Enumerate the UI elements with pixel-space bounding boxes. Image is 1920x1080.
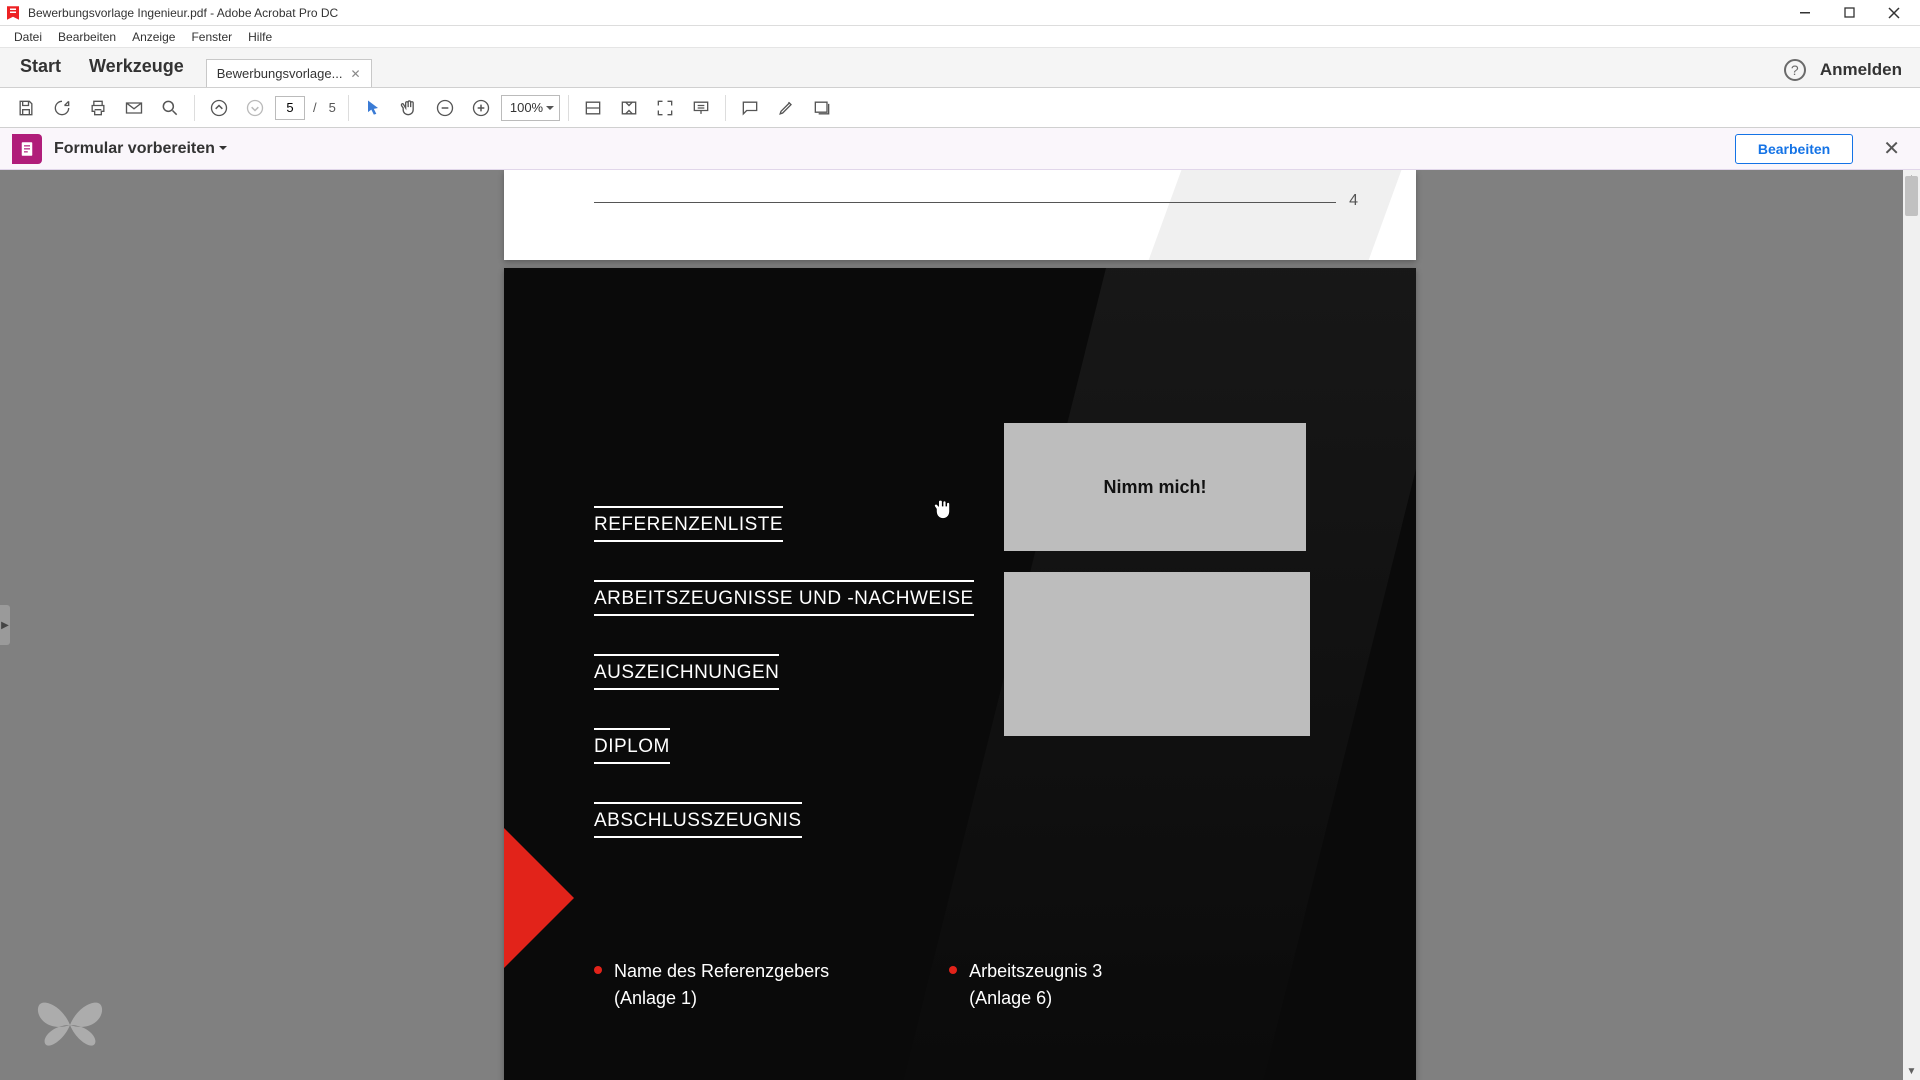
zoom-level-combo[interactable]: 100% bbox=[501, 95, 560, 121]
reference-item-left: Name des Referenzgebers (Anlage 1) bbox=[594, 958, 829, 1012]
vertical-scrollbar[interactable]: ▲ ▼ bbox=[1903, 170, 1920, 1080]
signin-link[interactable]: Anmelden bbox=[1820, 60, 1902, 80]
prepare-form-label: Formular vorbereiten bbox=[54, 140, 215, 158]
prepare-form-bar: Formular vorbereiten Bearbeiten ✕ bbox=[0, 128, 1920, 170]
pdf-page-previous: 4 bbox=[504, 170, 1416, 260]
tab-document-close-icon[interactable]: ✕ bbox=[350, 67, 360, 81]
hand-pan-icon[interactable] bbox=[393, 92, 425, 124]
window-maximize-button[interactable] bbox=[1828, 1, 1872, 25]
window-close-button[interactable] bbox=[1872, 1, 1916, 25]
menu-view[interactable]: Anzeige bbox=[124, 28, 183, 46]
document-viewport[interactable]: ▶ 4 REFERENZENLISTE ARBEITSZEUGNISSE UND… bbox=[0, 170, 1920, 1080]
print-icon[interactable] bbox=[82, 92, 114, 124]
scrollbar-thumb[interactable] bbox=[1905, 176, 1918, 216]
tab-start[interactable]: Start bbox=[6, 48, 75, 87]
section-arbeitszeug: ARBEITSZEUGNISSE UND -NACHWEISE bbox=[594, 580, 974, 616]
page-number-input[interactable] bbox=[275, 96, 305, 120]
window-title: Bewerbungsvorlage Ingenieur.pdf - Adobe … bbox=[28, 6, 338, 20]
ref-right-line2: (Anlage 6) bbox=[969, 988, 1052, 1008]
nav-pane-expand-handle[interactable]: ▶ bbox=[0, 605, 10, 645]
prepare-form-icon bbox=[12, 134, 42, 164]
tab-document[interactable]: Bewerbungsvorlage... ✕ bbox=[206, 59, 372, 87]
ref-right-line1: Arbeitszeugnis 3 bbox=[969, 961, 1102, 981]
fullscreen-icon[interactable] bbox=[649, 92, 681, 124]
menu-bar: Datei Bearbeiten Anzeige Fenster Hilfe bbox=[0, 26, 1920, 48]
butterfly-watermark-icon bbox=[30, 990, 110, 1060]
section-diplom: DIPLOM bbox=[594, 728, 670, 764]
zoom-out-icon[interactable] bbox=[429, 92, 461, 124]
close-form-bar-button[interactable]: ✕ bbox=[1875, 136, 1908, 161]
mail-icon[interactable] bbox=[118, 92, 150, 124]
comment-icon[interactable] bbox=[734, 92, 766, 124]
tab-strip: Start Werkzeuge Bewerbungsvorlage... ✕ ?… bbox=[0, 48, 1920, 88]
fit-page-icon[interactable] bbox=[613, 92, 645, 124]
read-mode-icon[interactable] bbox=[685, 92, 717, 124]
form-button-label: Nimm mich! bbox=[1103, 477, 1206, 498]
ref-left-line1: Name des Referenzgebers bbox=[614, 961, 829, 981]
highlight-icon[interactable] bbox=[770, 92, 802, 124]
acrobat-app-icon bbox=[4, 4, 22, 22]
scroll-down-arrow-icon[interactable]: ▼ bbox=[1903, 1063, 1920, 1080]
pdf-page-current: REFERENZENLISTE ARBEITSZEUGNISSE UND -NA… bbox=[504, 268, 1416, 1080]
menu-help[interactable]: Hilfe bbox=[240, 28, 280, 46]
page-down-icon bbox=[239, 92, 271, 124]
page-total: 5 bbox=[325, 100, 340, 115]
page-decor-diagonal bbox=[1123, 170, 1416, 260]
page-up-icon[interactable] bbox=[203, 92, 235, 124]
page-separator: / bbox=[309, 100, 321, 115]
menu-window[interactable]: Fenster bbox=[183, 28, 240, 46]
bullet-icon bbox=[594, 966, 602, 974]
search-icon[interactable] bbox=[154, 92, 186, 124]
tab-tools[interactable]: Werkzeuge bbox=[75, 48, 198, 87]
menu-edit[interactable]: Bearbeiten bbox=[50, 28, 124, 46]
previous-page-number: 4 bbox=[1349, 192, 1358, 210]
prepare-form-dropdown[interactable]: Formular vorbereiten bbox=[54, 140, 227, 158]
references-row: Name des Referenzgebers (Anlage 1) Arbei… bbox=[594, 958, 1102, 1012]
red-arrow-decor bbox=[504, 828, 574, 968]
zoom-in-icon[interactable] bbox=[465, 92, 497, 124]
form-image-field[interactable] bbox=[1004, 572, 1310, 736]
window-minimize-button[interactable] bbox=[1784, 1, 1828, 25]
tab-document-label: Bewerbungsvorlage... bbox=[217, 66, 343, 81]
help-icon[interactable]: ? bbox=[1784, 59, 1806, 81]
bullet-icon bbox=[949, 966, 957, 974]
section-abschluss: ABSCHLUSSZEUGNIS bbox=[594, 802, 802, 838]
reference-item-right: Arbeitszeugnis 3 (Anlage 6) bbox=[949, 958, 1102, 1012]
cloud-open-icon[interactable] bbox=[46, 92, 78, 124]
save-icon[interactable] bbox=[10, 92, 42, 124]
fit-width-icon[interactable] bbox=[577, 92, 609, 124]
section-list: REFERENZENLISTE ARBEITSZEUGNISSE UND -NA… bbox=[594, 506, 974, 838]
sign-icon[interactable] bbox=[806, 92, 838, 124]
section-referenzen: REFERENZENLISTE bbox=[594, 506, 783, 542]
section-auszeichn: AUSZEICHNUNGEN bbox=[594, 654, 779, 690]
main-toolbar: / 5 100% bbox=[0, 88, 1920, 128]
selection-arrow-icon[interactable] bbox=[357, 92, 389, 124]
form-button-field[interactable]: Nimm mich! bbox=[1004, 423, 1306, 551]
edit-form-button[interactable]: Bearbeiten bbox=[1735, 134, 1853, 164]
menu-file[interactable]: Datei bbox=[6, 28, 50, 46]
page-divider-line bbox=[594, 202, 1336, 203]
ref-left-line2: (Anlage 1) bbox=[614, 988, 697, 1008]
window-titlebar: Bewerbungsvorlage Ingenieur.pdf - Adobe … bbox=[0, 0, 1920, 26]
